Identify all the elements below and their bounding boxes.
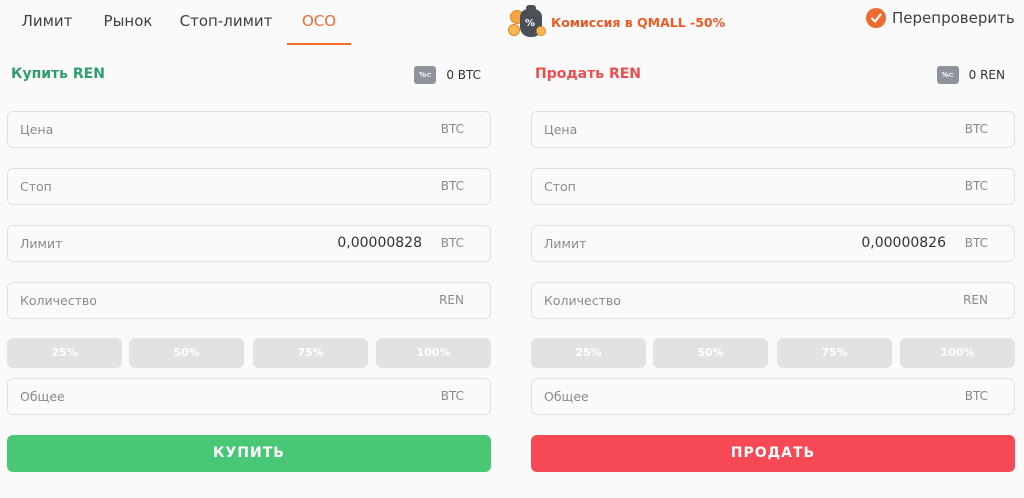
sell-title: Продать REN <box>535 66 642 82</box>
sell-stop-field[interactable]: Стоп BTC <box>531 168 1015 205</box>
wallet-icon[interactable]: %⊂ <box>414 66 437 84</box>
buy-price-unit: BTC <box>440 122 464 136</box>
sell-total-placeholder: Общее <box>544 389 589 404</box>
buy-limit-field[interactable]: Лимит 0,00000828 BTC <box>7 225 491 262</box>
sell-stop-placeholder: Стоп <box>544 179 576 194</box>
buy-percent-75-button[interactable]: 75% <box>253 338 368 368</box>
buy-panel-header: Купить REN %⊂ 0 BTC <box>7 45 491 107</box>
tab-stop-limit[interactable]: Стоп-лимит <box>170 0 282 45</box>
sell-limit-value: 0,00000826 <box>861 235 946 251</box>
sell-percent-buttons: 25% 50% 75% 100% <box>531 338 1015 368</box>
sell-quantity-field[interactable]: Количество REN <box>531 282 1015 319</box>
promo-text: Комиссия в QMALL -50% <box>551 14 726 30</box>
recheck-label: Перепроверить <box>892 9 1015 27</box>
buy-percent-25-button[interactable]: 25% <box>7 338 122 368</box>
tab-oco[interactable]: OCO <box>287 0 351 45</box>
sell-percent-75-button[interactable]: 75% <box>777 338 892 368</box>
commission-promo-banner[interactable]: % Комиссия в QMALL -50% <box>508 4 725 40</box>
sell-percent-50-button[interactable]: 50% <box>653 338 768 368</box>
buy-stop-field[interactable]: Стоп BTC <box>7 168 491 205</box>
tab-market[interactable]: Рынок <box>92 0 164 45</box>
buy-price-field[interactable]: Цена BTC <box>7 111 491 148</box>
buy-limit-placeholder: Лимит <box>20 236 63 251</box>
sell-price-placeholder: Цена <box>544 122 578 137</box>
wallet-icon[interactable]: %⊂ <box>936 66 959 84</box>
sell-panel: Продать REN %⊂ 0 REN Цена BTC Стоп BTC Л… <box>531 45 1015 472</box>
buy-price-placeholder: Цена <box>20 122 54 137</box>
buy-total-field[interactable]: Общее BTC <box>7 378 491 415</box>
buy-percent-buttons: 25% 50% 75% 100% <box>7 338 491 368</box>
buy-title: Купить REN <box>11 66 105 82</box>
buy-total-placeholder: Общее <box>20 389 65 404</box>
buy-quantity-placeholder: Количество <box>20 293 97 308</box>
buy-quantity-unit: REN <box>439 293 464 307</box>
sell-panel-header: Продать REN %⊂ 0 REN <box>531 45 1015 107</box>
buy-balance-value: 0 BTC <box>446 68 481 82</box>
sell-quantity-unit: REN <box>963 293 988 307</box>
sell-limit-field[interactable]: Лимит 0,00000826 BTC <box>531 225 1015 262</box>
sell-percent-100-button[interactable]: 100% <box>900 338 1015 368</box>
buy-total-unit: BTC <box>440 389 464 403</box>
buy-stop-unit: BTC <box>440 179 464 193</box>
buy-limit-value: 0,00000828 <box>337 235 422 251</box>
sell-percent-25-button[interactable]: 25% <box>531 338 646 368</box>
sell-total-field[interactable]: Общее BTC <box>531 378 1015 415</box>
buy-limit-unit: BTC <box>440 236 464 250</box>
buy-stop-placeholder: Стоп <box>20 179 52 194</box>
sell-balance: %⊂ 0 REN <box>936 66 1005 84</box>
sell-limit-placeholder: Лимит <box>544 236 587 251</box>
sell-total-unit: BTC <box>964 389 988 403</box>
sell-stop-unit: BTC <box>964 179 988 193</box>
buy-quantity-field[interactable]: Количество REN <box>7 282 491 319</box>
sell-button[interactable]: ПРОДАТЬ <box>531 435 1015 472</box>
sell-balance-value: 0 REN <box>968 68 1005 82</box>
recheck-toggle[interactable]: Перепроверить <box>866 8 1015 28</box>
buy-percent-50-button[interactable]: 50% <box>129 338 244 368</box>
checkmark-icon[interactable] <box>866 8 886 28</box>
sell-price-field[interactable]: Цена BTC <box>531 111 1015 148</box>
tab-limit[interactable]: Лимит <box>8 0 86 45</box>
buy-button[interactable]: КУПИТЬ <box>7 435 491 472</box>
buy-balance: %⊂ 0 BTC <box>414 66 481 84</box>
buy-panel: Купить REN %⊂ 0 BTC Цена BTC Стоп BTC Ли… <box>7 45 491 472</box>
sell-limit-unit: BTC <box>964 236 988 250</box>
sell-price-unit: BTC <box>964 122 988 136</box>
sell-quantity-placeholder: Количество <box>544 293 621 308</box>
buy-percent-100-button[interactable]: 100% <box>376 338 491 368</box>
money-bag-icon: % <box>508 4 548 40</box>
